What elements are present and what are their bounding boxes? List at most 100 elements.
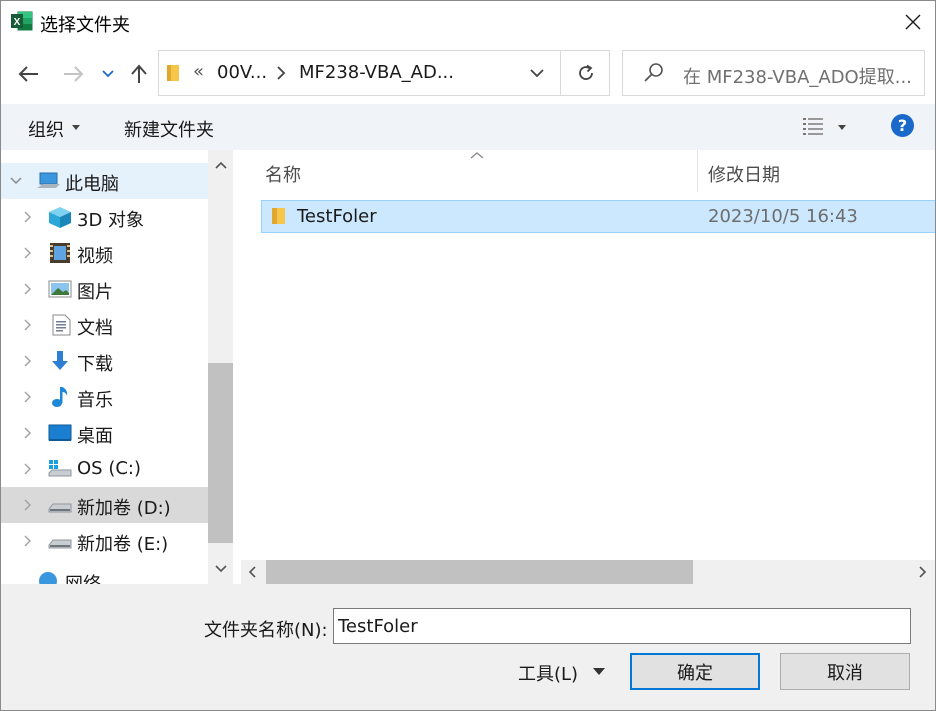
new-folder-button[interactable]: 新建文件夹: [124, 116, 214, 142]
chevron-right-icon[interactable]: [24, 499, 32, 511]
column-divider[interactable]: [697, 150, 698, 192]
tree-item-label: 图片: [77, 282, 113, 303]
computer-icon: [37, 172, 60, 188]
scrollbar-thumb[interactable]: [266, 560, 693, 584]
close-icon: [905, 14, 921, 30]
tree-item-label: OS (C:): [77, 458, 141, 479]
back-button[interactable]: [14, 56, 44, 92]
tree-item-drive-e[interactable]: 新加卷 (E:): [0, 523, 208, 559]
file-list: 名称 修改日期 TestFoler 2023/10/5 16:43: [241, 150, 936, 560]
address-bar[interactable]: « 00V... MF238-VBA_AD...: [158, 50, 610, 96]
breadcrumb-segment[interactable]: MF238-VBA_AD...: [299, 62, 454, 83]
scroll-down-icon[interactable]: [215, 565, 227, 573]
chevron-right-icon[interactable]: [24, 463, 32, 475]
download-icon: [52, 351, 68, 370]
excel-icon: X: [11, 11, 33, 31]
file-name: TestFoler: [297, 206, 377, 227]
command-bar: 组织 新建文件夹: [0, 104, 936, 150]
tree-item-os-drive[interactable]: OS (C:): [0, 451, 208, 487]
column-header-name[interactable]: 名称: [265, 161, 301, 187]
os-drive-icon: [48, 460, 72, 477]
tree-item-label: 此电脑: [65, 174, 119, 195]
view-options-icon[interactable]: [802, 116, 824, 136]
chevron-right-icon[interactable]: [24, 211, 32, 223]
caret-down-icon[interactable]: [593, 668, 605, 675]
address-dropdown-button[interactable]: [517, 51, 557, 95]
column-header-date[interactable]: 修改日期: [708, 161, 780, 187]
scroll-left-icon[interactable]: [248, 566, 256, 578]
tree-item-label: 视频: [77, 246, 113, 267]
search-box[interactable]: 在 MF238-VBA_ADO提取...: [622, 50, 925, 96]
tree-item-label: 新加卷 (E:): [77, 534, 169, 555]
folder-name-label: 文件夹名称(N):: [204, 620, 328, 641]
tree-item-downloads[interactable]: 下载: [0, 343, 208, 379]
file-list-horizontal-scrollbar[interactable]: [241, 560, 936, 584]
tree-item-label: 音乐: [77, 390, 113, 411]
arrow-up-icon: [131, 64, 147, 83]
chevron-right-icon[interactable]: [24, 283, 32, 295]
forward-button[interactable]: [58, 56, 88, 92]
ok-button[interactable]: 确定: [630, 653, 760, 690]
recent-locations-button[interactable]: [96, 56, 120, 92]
video-icon: [50, 243, 70, 263]
address-divider: [560, 51, 561, 95]
pane-splitter[interactable]: [233, 150, 241, 584]
chevron-right-icon[interactable]: [24, 535, 32, 547]
tree-item-music[interactable]: 音乐: [0, 379, 208, 415]
navigation-pane: 此电脑 3D 对象 视频 图片 文档 下载 音乐 桌面 OS (C:) 新加卷 …: [0, 150, 208, 584]
dialog-footer: [0, 584, 936, 711]
folder-icon: [167, 65, 179, 81]
tree-item-documents[interactable]: 文档: [0, 307, 208, 343]
tree-item-pictures[interactable]: 图片: [0, 271, 208, 307]
chevron-down-icon: [530, 68, 544, 77]
tree-item-label: 3D 对象: [77, 210, 145, 231]
tools-button[interactable]: 工具(L): [518, 660, 578, 686]
close-button[interactable]: [890, 0, 936, 44]
caret-down-icon[interactable]: [838, 125, 846, 130]
cancel-button[interactable]: 取消: [780, 653, 910, 690]
up-button[interactable]: [124, 56, 154, 92]
chevron-right-icon[interactable]: [276, 66, 286, 80]
music-icon: [52, 387, 68, 407]
drive-icon: [48, 503, 72, 513]
search-placeholder: 在 MF238-VBA_ADO提取...: [683, 67, 912, 88]
tree-item-drive-d[interactable]: 新加卷 (D:): [0, 487, 208, 523]
arrow-right-icon: [64, 66, 84, 82]
chevron-right-icon[interactable]: [24, 247, 32, 259]
chevron-down-icon[interactable]: [10, 177, 22, 185]
network-icon: [39, 572, 57, 584]
chevron-right-icon[interactable]: [24, 427, 32, 439]
documents-icon: [52, 314, 71, 336]
navigation-scrollbar[interactable]: [208, 150, 233, 584]
folder-name-input[interactable]: [333, 608, 911, 644]
tree-item-label: 文档: [77, 318, 113, 339]
chevron-right-icon[interactable]: [24, 355, 32, 367]
arrow-left-icon: [18, 66, 38, 82]
help-button[interactable]: ?: [891, 114, 914, 137]
scrollbar-thumb[interactable]: [208, 363, 233, 543]
chevron-down-icon: [102, 70, 114, 78]
search-icon: [644, 63, 663, 82]
list-item[interactable]: TestFoler 2023/10/5 16:43: [261, 200, 936, 233]
file-modified-date: 2023/10/5 16:43: [708, 206, 858, 227]
tree-item-3d-objects[interactable]: 3D 对象: [0, 199, 208, 235]
breadcrumb-overflow[interactable]: «: [193, 61, 204, 82]
scroll-right-icon[interactable]: [919, 566, 927, 578]
chevron-right-icon[interactable]: [24, 319, 32, 331]
scroll-up-icon[interactable]: [215, 161, 227, 169]
drive-icon: [48, 539, 72, 549]
svg-text:X: X: [14, 17, 21, 28]
title-bar: X 选择文件夹: [0, 0, 936, 44]
breadcrumb-segment[interactable]: 00V...: [217, 62, 267, 83]
window-title: 选择文件夹: [40, 15, 130, 36]
caret-down-icon: [72, 125, 80, 130]
tree-item-videos[interactable]: 视频: [0, 235, 208, 271]
tree-item-label: 新加卷 (D:): [77, 498, 171, 519]
tree-item-desktop[interactable]: 桌面: [0, 415, 208, 451]
refresh-icon: [578, 64, 593, 80]
organize-button[interactable]: 组织: [28, 116, 64, 142]
tree-item-this-pc[interactable]: 此电脑: [0, 163, 208, 199]
tree-item-network[interactable]: 网络: [0, 563, 208, 584]
chevron-right-icon[interactable]: [24, 391, 32, 403]
refresh-button[interactable]: [562, 51, 609, 95]
